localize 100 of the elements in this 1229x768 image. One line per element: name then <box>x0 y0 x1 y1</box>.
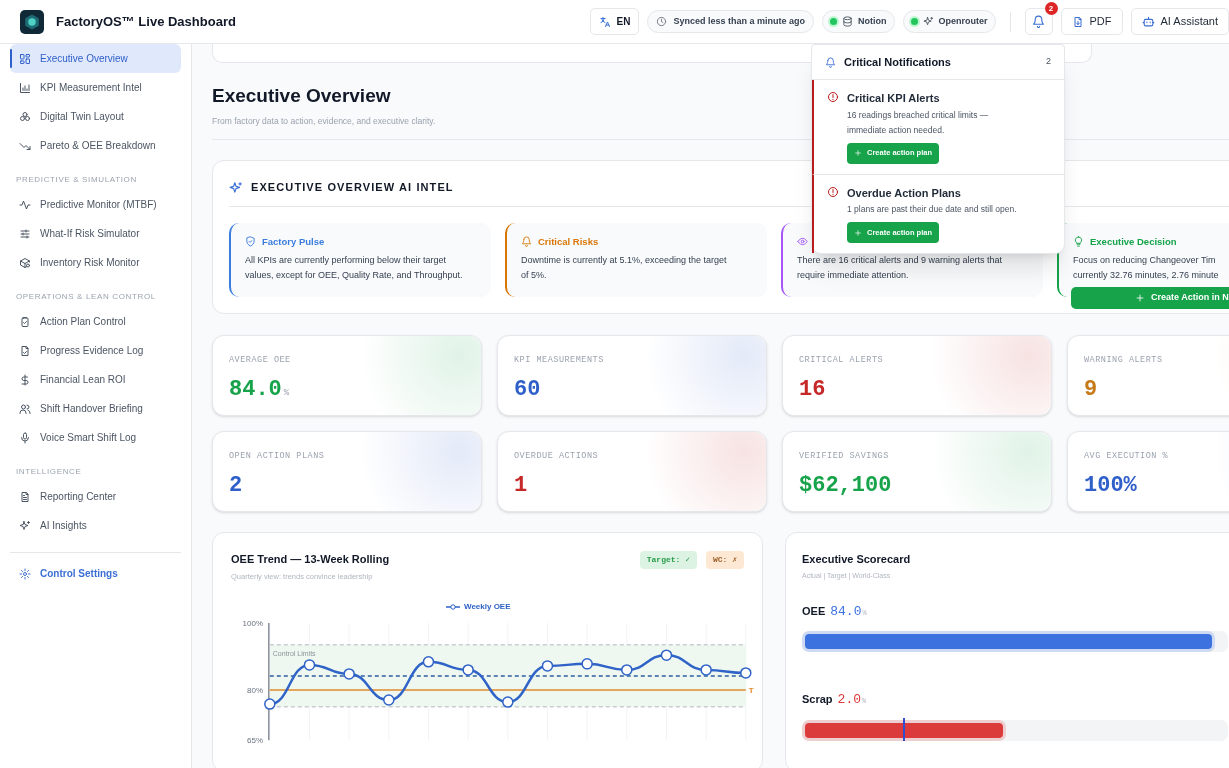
stat-value: $62,100 <box>799 471 892 500</box>
document-icon <box>19 490 31 503</box>
section-heading: OPERATIONS & LEAN CONTROL <box>15 291 157 303</box>
insight-text: Focus on reducing Changeover Tim currently 32.76 minutes, 2.76 minute <box>1073 253 1220 282</box>
clipboard-icon <box>19 315 31 328</box>
data-point <box>462 663 474 676</box>
status-tag: WC: ✗ <box>705 550 744 569</box>
stat-label: OVERDUE ACTIONS <box>514 449 599 463</box>
microphone-icon <box>19 431 31 444</box>
assistant-button[interactable]: AI Assistant <box>1130 8 1229 35</box>
page-subtitle: From factory data to action, evidence, and executive clarity. <box>212 114 436 128</box>
sidebar-item[interactable]: What-If Risk Simulator <box>10 219 181 248</box>
section-title: EXECUTIVE OVERVIEW AI INTEL <box>251 180 454 196</box>
circles-icon <box>19 110 31 123</box>
stat-label: CRITICAL ALERTS <box>799 353 884 367</box>
metric-label: Scrap <box>802 692 833 708</box>
stat-unit: % <box>283 386 290 400</box>
sidebar-item[interactable]: Action Plan Control <box>10 307 181 336</box>
translate-icon <box>598 15 611 28</box>
insight-text: All KPIs are currently performing below their target values, except for OEE, Quality Rate, and Throughput. <box>245 253 464 282</box>
sparkles-icon <box>229 180 243 195</box>
grid-icon <box>19 52 31 65</box>
page-title: Executive Overview <box>212 84 391 108</box>
eye-icon <box>797 236 808 248</box>
stat-label: AVG EXECUTION % <box>1084 449 1169 463</box>
sidebar-item[interactable]: Shift Handover Briefing <box>10 394 181 423</box>
legend-label: Weekly OEE <box>464 600 511 613</box>
app-title: FactoryOS™ Live Dashboard <box>56 12 236 31</box>
reference-line-label: T <box>748 685 754 695</box>
sidebar-item[interactable]: Voice Smart Shift Log <box>10 423 181 452</box>
axis-tick-label: 80% <box>247 685 263 695</box>
notifications-button[interactable] <box>1024 8 1053 35</box>
axis-tick-label: 65% <box>247 736 263 744</box>
stat-label: KPI MEASUREMENTS <box>514 353 604 367</box>
file-download-icon <box>1071 15 1084 28</box>
bar-chart-icon <box>19 81 31 94</box>
sidebar-item[interactable]: Reporting Center <box>10 482 181 511</box>
stat-label: AVERAGE OEE <box>229 353 291 367</box>
database-icon <box>842 16 853 27</box>
shield-icon <box>245 236 256 248</box>
data-point <box>303 658 316 671</box>
dropdown-title: Critical Notifications <box>844 54 952 70</box>
dollar-icon <box>19 373 31 386</box>
notification-title: Critical KPI Alerts <box>847 91 940 106</box>
data-point <box>264 698 276 710</box>
data-point <box>541 659 554 672</box>
status-tag: Target: ✓ <box>639 550 697 569</box>
sidebar-item[interactable]: Inventory Risk Monitor <box>10 248 181 277</box>
sidebar-item[interactable]: KPI Measurement Intel <box>10 73 181 102</box>
notification-count: 2 <box>1046 55 1051 69</box>
plus-icon <box>1135 292 1145 303</box>
file-check-icon <box>19 344 31 357</box>
integration-pill[interactable]: Openrouter <box>902 10 996 33</box>
language-button[interactable]: EN <box>589 8 640 35</box>
robot-icon <box>1141 15 1155 28</box>
alert-icon <box>827 185 839 198</box>
data-point <box>660 649 673 661</box>
data-point <box>502 696 514 708</box>
data-point <box>621 663 633 676</box>
alert-icon <box>827 91 839 103</box>
plus-icon <box>854 228 862 237</box>
insight-title: Factory Pulse <box>262 234 325 249</box>
clock-icon <box>656 16 668 27</box>
sidebar-item[interactable]: Financial Lean ROI <box>10 365 181 394</box>
settings-link[interactable]: Control Settings <box>10 559 181 588</box>
users-icon <box>19 402 31 415</box>
notification-title: Overdue Action Plans <box>847 185 961 201</box>
insight-text: There are 16 critical alerts and 9 warning alerts that require immediate attention. <box>797 253 1004 282</box>
plus-icon <box>854 149 862 157</box>
sidebar-item[interactable]: Pareto & OEE Breakdown <box>10 131 181 160</box>
stat-value: 16 <box>799 375 826 404</box>
stat-value: 60 <box>514 375 541 404</box>
sidebar-item[interactable]: Digital Twin Layout <box>10 102 181 131</box>
data-point <box>581 657 593 670</box>
stat-value: 100% <box>1084 471 1137 500</box>
metric-label: OEE <box>802 603 826 619</box>
insight-title: Executive Decision <box>1090 234 1177 249</box>
pdf-button[interactable]: PDF <box>1060 8 1123 35</box>
insight-title: Critical Risks <box>538 234 599 249</box>
app-logo <box>20 9 44 34</box>
line-marker-icon <box>446 603 460 610</box>
lightbulb-icon <box>1073 236 1084 248</box>
settings-icon <box>19 567 31 580</box>
bell-icon <box>1032 15 1045 28</box>
sparkles-icon <box>19 519 31 532</box>
sidebar-item[interactable]: Progress Evidence Log <box>10 336 181 365</box>
sidebar-item[interactable]: Predictive Monitor (MTBF) <box>10 190 181 219</box>
stat-value: 9 <box>1084 375 1098 404</box>
sidebar-item[interactable]: Executive Overview <box>10 44 181 73</box>
data-point <box>343 667 355 680</box>
stat-label: WARNING ALERTS <box>1084 353 1163 367</box>
stat-value: 84.0 <box>229 375 282 404</box>
chart-title: OEE Trend — 13-Week Rolling <box>231 551 390 567</box>
section-heading: PREDICTIVE & SIMULATION <box>15 174 138 186</box>
section-heading: INTELLIGENCE <box>15 466 83 478</box>
sidebar-item[interactable]: AI Insights <box>10 511 181 540</box>
data-point <box>740 666 752 679</box>
sliders-icon <box>19 227 31 240</box>
integration-pill[interactable]: Notion <box>822 10 895 33</box>
sync-status-text: Synced less than a minute ago <box>673 14 805 28</box>
